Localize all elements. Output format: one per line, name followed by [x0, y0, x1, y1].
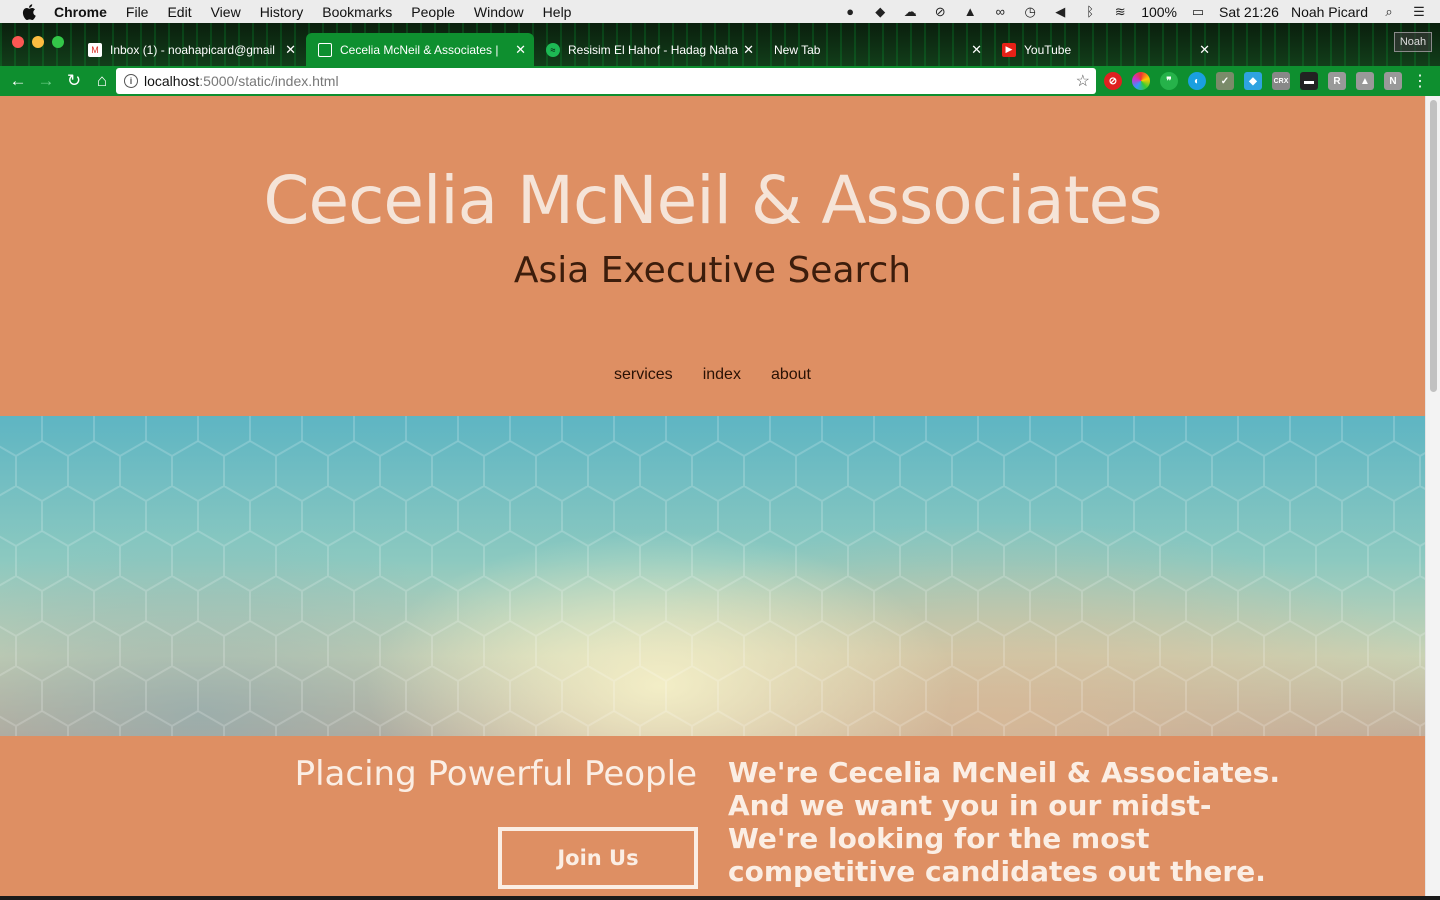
nav-link-about[interactable]: about: [771, 366, 811, 384]
tab-title: Inbox (1) - noahapicard@gmail: [110, 42, 275, 57]
page-viewport: Cecelia McNeil & Associates Asia Executi…: [0, 96, 1440, 896]
menu-help[interactable]: Help: [543, 4, 572, 20]
tab-spotify[interactable]: ≈ Resisim El Hahof - Hadag Nahash ✕: [534, 33, 762, 66]
window-minimize-button[interactable]: [32, 36, 44, 48]
site-info-icon[interactable]: i: [124, 74, 138, 88]
hexagon-pattern: [0, 416, 1425, 736]
n-extension-icon[interactable]: N: [1384, 72, 1402, 90]
hexagon-banner-image: [0, 416, 1425, 736]
apple-icon[interactable]: [20, 3, 38, 21]
page-scrollbar[interactable]: [1425, 96, 1440, 896]
time-machine-icon[interactable]: ◷: [1021, 4, 1039, 20]
tab-title: Resisim El Hahof - Hadag Nahash: [568, 42, 738, 57]
scrollbar-thumb[interactable]: [1430, 100, 1437, 392]
intro-section: Placing Powerful People Join Us We're Ce…: [0, 736, 1425, 896]
url-host: localhost: [144, 73, 200, 89]
tab-title: YouTube: [1024, 42, 1072, 57]
lastpass-icon[interactable]: ●: [841, 4, 859, 20]
battery-percentage: 100%: [1141, 3, 1178, 20]
site-header: Cecelia McNeil & Associates Asia Executi…: [0, 96, 1425, 416]
quote-extension-icon[interactable]: ❞: [1160, 72, 1178, 90]
menu-bookmarks[interactable]: Bookmarks: [322, 4, 392, 20]
extension-bar: ⊘ ❞ ◐ ✓ ◆ CRX ▬ R ▲ N: [1104, 72, 1402, 90]
macos-menubar: Chrome File Edit View History Bookmarks …: [0, 0, 1440, 23]
tab-close-icon[interactable]: ✕: [971, 42, 982, 58]
menu-file[interactable]: File: [126, 4, 149, 20]
menubar-clock[interactable]: Sat 21:26: [1219, 4, 1279, 20]
reload-icon[interactable]: ↻: [60, 67, 88, 95]
dropbox-icon[interactable]: ◆: [871, 4, 889, 20]
chrome-menu-icon[interactable]: ⋮: [1412, 71, 1428, 91]
forward-arrow-icon[interactable]: →: [32, 67, 60, 95]
browser-tab-strip: M Inbox (1) - noahapicard@gmail ✕ Ceceli…: [0, 23, 1440, 66]
tab-title: New Tab: [774, 42, 821, 57]
window-close-button[interactable]: [12, 36, 24, 48]
color-picker-extension-icon[interactable]: [1132, 72, 1150, 90]
tab-cecelia-mcneil[interactable]: Cecelia McNeil & Associates | ✕: [306, 33, 534, 66]
google-drive-icon[interactable]: ▲: [961, 4, 979, 20]
pocket-extension-icon[interactable]: ✓: [1216, 72, 1234, 90]
tab-title: Cecelia McNeil & Associates |: [340, 42, 499, 57]
tagline-heading: Placing Powerful People: [294, 754, 697, 794]
menubar-status-area: ● ◆ ☁ ⊘ ▲ ∞ ◷ ◀ ᛒ ≋ 100% ▭ Sat 21:26 Noa…: [841, 0, 1428, 23]
menu-view[interactable]: View: [211, 4, 241, 20]
back-arrow-icon[interactable]: ←: [4, 67, 32, 95]
site-title: Cecelia McNeil & Associates: [263, 162, 1162, 239]
site-nav: services index about: [0, 366, 1425, 384]
volume-icon[interactable]: ◀: [1051, 4, 1069, 20]
nav-link-index[interactable]: index: [703, 366, 741, 384]
window-zoom-button[interactable]: [52, 36, 64, 48]
bookmark-star-icon[interactable]: ☆: [1076, 71, 1090, 91]
intro-paragraph: We're Cecelia McNeil & Associates. And w…: [728, 756, 1280, 888]
site-subtitle: Asia Executive Search: [513, 250, 912, 291]
home-icon[interactable]: ⌂: [88, 67, 116, 95]
browser-toolbar: ← → ↻ ⌂ i localhost:5000/static/index.ht…: [0, 66, 1440, 96]
menubar-user[interactable]: Noah Picard: [1291, 4, 1368, 20]
address-bar[interactable]: i localhost:5000/static/index.html ☆: [116, 68, 1096, 94]
terminal-extension-icon[interactable]: ▬: [1300, 72, 1318, 90]
menu-edit[interactable]: Edit: [167, 4, 191, 20]
sync-icon[interactable]: ⊘: [931, 4, 949, 20]
wifi-icon[interactable]: ≋: [1111, 4, 1129, 20]
menu-history[interactable]: History: [260, 4, 304, 20]
menu-window[interactable]: Window: [474, 4, 524, 20]
youtube-icon: ▶: [1002, 42, 1016, 57]
circle-extension-icon[interactable]: ◐: [1188, 72, 1206, 90]
cloud-app-icon[interactable]: ☁: [901, 4, 919, 20]
spotlight-search-icon[interactable]: ⌕: [1380, 4, 1398, 20]
battery-icon[interactable]: ▭: [1189, 4, 1207, 20]
menu-app-name[interactable]: Chrome: [54, 4, 107, 20]
adblock-extension-icon[interactable]: ⊘: [1104, 72, 1122, 90]
tab-close-icon[interactable]: ✕: [1199, 42, 1210, 58]
bluetooth-icon[interactable]: ᛒ: [1081, 4, 1099, 20]
diamond-extension-icon[interactable]: ◆: [1244, 72, 1262, 90]
tab-youtube[interactable]: ▶ YouTube ✕: [990, 33, 1218, 66]
gmail-icon: M: [88, 42, 102, 57]
profile-button[interactable]: Noah: [1394, 32, 1432, 52]
drive-extension-icon[interactable]: ▲: [1356, 72, 1374, 90]
tab-close-icon[interactable]: ✕: [515, 42, 526, 58]
tab-close-icon[interactable]: ✕: [743, 42, 754, 58]
crx-extension-icon[interactable]: CRX: [1272, 72, 1290, 90]
creative-cloud-icon[interactable]: ∞: [991, 4, 1009, 20]
page-icon: [318, 42, 332, 57]
nav-link-services[interactable]: services: [614, 366, 673, 384]
notification-center-icon[interactable]: ☰: [1410, 4, 1428, 20]
r-extension-icon[interactable]: R: [1328, 72, 1346, 90]
url-path: :5000/static/index.html: [199, 73, 339, 89]
menu-people[interactable]: People: [411, 4, 455, 20]
tab-gmail[interactable]: M Inbox (1) - noahapicard@gmail ✕: [76, 33, 304, 66]
tab-new-tab[interactable]: New Tab ✕: [762, 33, 990, 66]
join-us-button[interactable]: Join Us: [498, 827, 698, 889]
tab-close-icon[interactable]: ✕: [285, 42, 296, 58]
spotify-icon: ≈: [546, 42, 560, 57]
